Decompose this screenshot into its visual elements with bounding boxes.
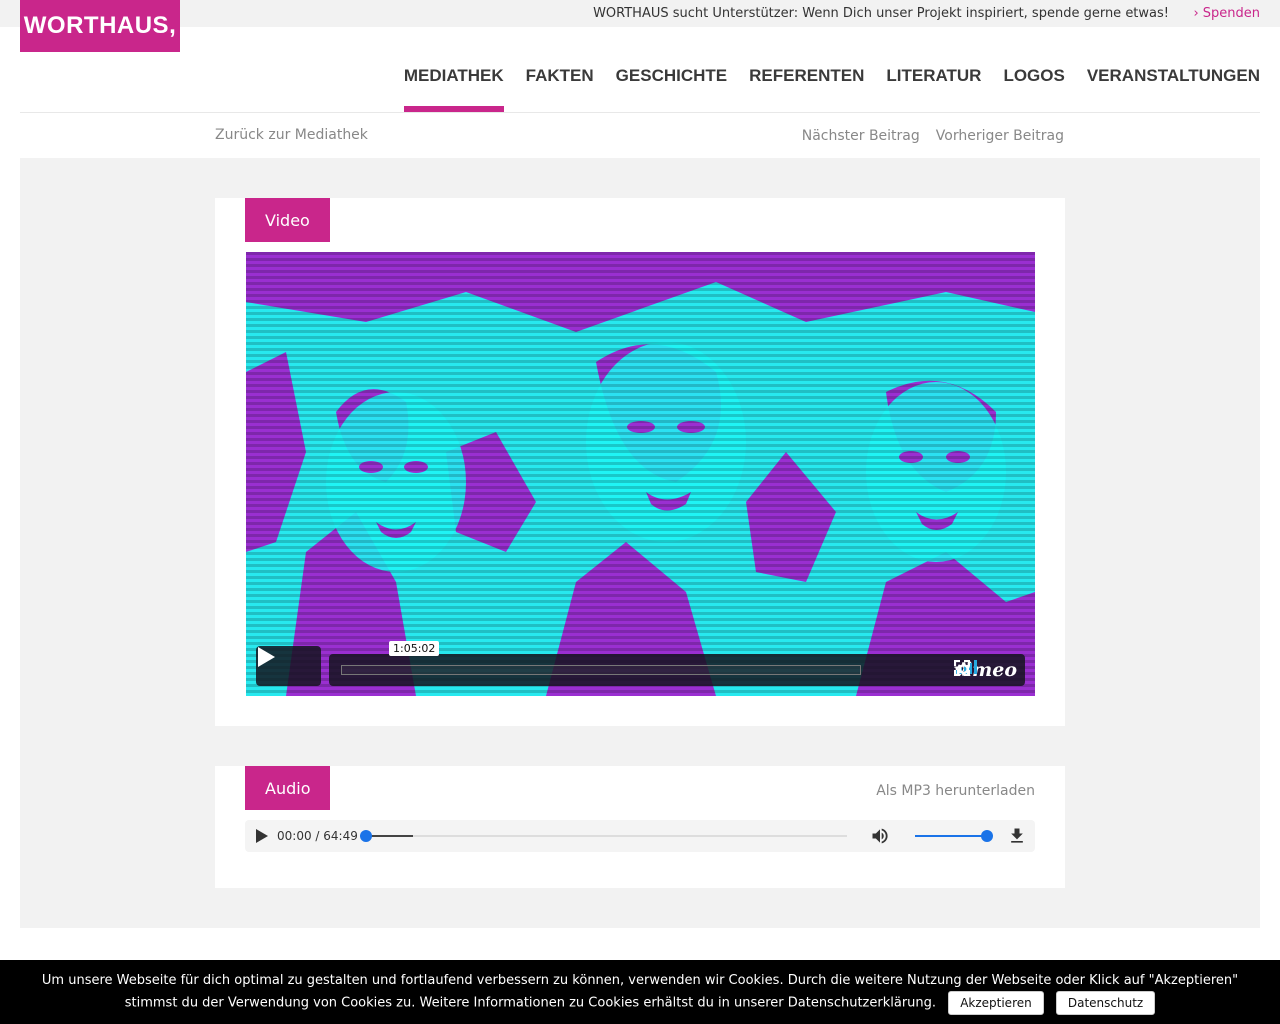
back-to-mediathek-link[interactable]: Zurück zur Mediathek: [215, 127, 368, 143]
nav-item-veranstaltungen[interactable]: VERANSTALTUNGEN: [1087, 62, 1260, 112]
audio-buffered-fill: [365, 835, 413, 837]
donate-link[interactable]: › Spenden: [1193, 6, 1260, 21]
support-message: WORTHAUS sucht Unterstützer: Wenn Dich u…: [593, 6, 1169, 21]
cookie-accept-button[interactable]: Akzeptieren: [948, 991, 1044, 1015]
audio-progress-slider[interactable]: [360, 830, 847, 842]
volume-icon[interactable]: [870, 826, 890, 846]
play-icon: [258, 647, 275, 667]
fullscreen-icon[interactable]: [953, 660, 970, 676]
video-thumbnail: [246, 252, 1035, 696]
nav-divider: [20, 112, 1260, 113]
next-post-link[interactable]: Nächster Beitrag: [802, 128, 920, 144]
audio-panel: Audio Als MP3 herunterladen 00:00 / 64:4…: [215, 766, 1065, 888]
video-controls: 1:05:02 vimeo: [256, 641, 1025, 686]
cookie-banner: Um unsere Webseite für dich optimal zu g…: [0, 960, 1280, 1024]
vimeo-player[interactable]: 1:05:02 vimeo: [246, 252, 1035, 696]
duration-tooltip: 1:05:02: [389, 641, 440, 656]
nav-item-literatur[interactable]: LITERATUR: [886, 62, 981, 112]
audio-time: 00:00 / 64:49: [277, 829, 358, 843]
download-icon[interactable]: [1007, 826, 1027, 846]
previous-post-link[interactable]: Vorheriger Beitrag: [936, 128, 1064, 144]
worthaus-logo[interactable]: WORTHAUS,: [20, 0, 180, 52]
audio-volume-knob[interactable]: [981, 830, 993, 842]
video-progress-bar[interactable]: [341, 665, 861, 675]
nav-item-geschichte[interactable]: GESCHICHTE: [616, 62, 727, 112]
nav-item-fakten[interactable]: FAKTEN: [526, 62, 594, 112]
video-panel: Video 1:05:02 vimeo: [215, 198, 1065, 726]
play-icon[interactable]: [255, 828, 269, 844]
audio-tag: Audio: [245, 766, 331, 810]
nav-item-referenten[interactable]: REFERENTEN: [749, 62, 864, 112]
video-play-button[interactable]: [256, 646, 321, 686]
audio-progress-knob[interactable]: [360, 830, 372, 842]
cookie-privacy-button[interactable]: Datenschutz: [1055, 991, 1156, 1015]
mp3-download-link[interactable]: Als MP3 herunterladen: [876, 783, 1035, 799]
main-nav: MEDIATHEK FAKTEN GESCHICHTE REFERENTEN L…: [403, 62, 1260, 112]
audio-player: 00:00 / 64:49: [245, 820, 1035, 852]
top-announcement-bar: WORTHAUS sucht Unterstützer: Wenn Dich u…: [0, 0, 1280, 27]
video-tag: Video: [245, 198, 330, 242]
nav-item-mediathek[interactable]: MEDIATHEK: [403, 62, 504, 112]
nav-item-logos[interactable]: LOGOS: [1003, 62, 1064, 112]
video-control-bar: 1:05:02 vimeo: [329, 641, 1025, 686]
audio-volume-slider[interactable]: [915, 830, 993, 842]
